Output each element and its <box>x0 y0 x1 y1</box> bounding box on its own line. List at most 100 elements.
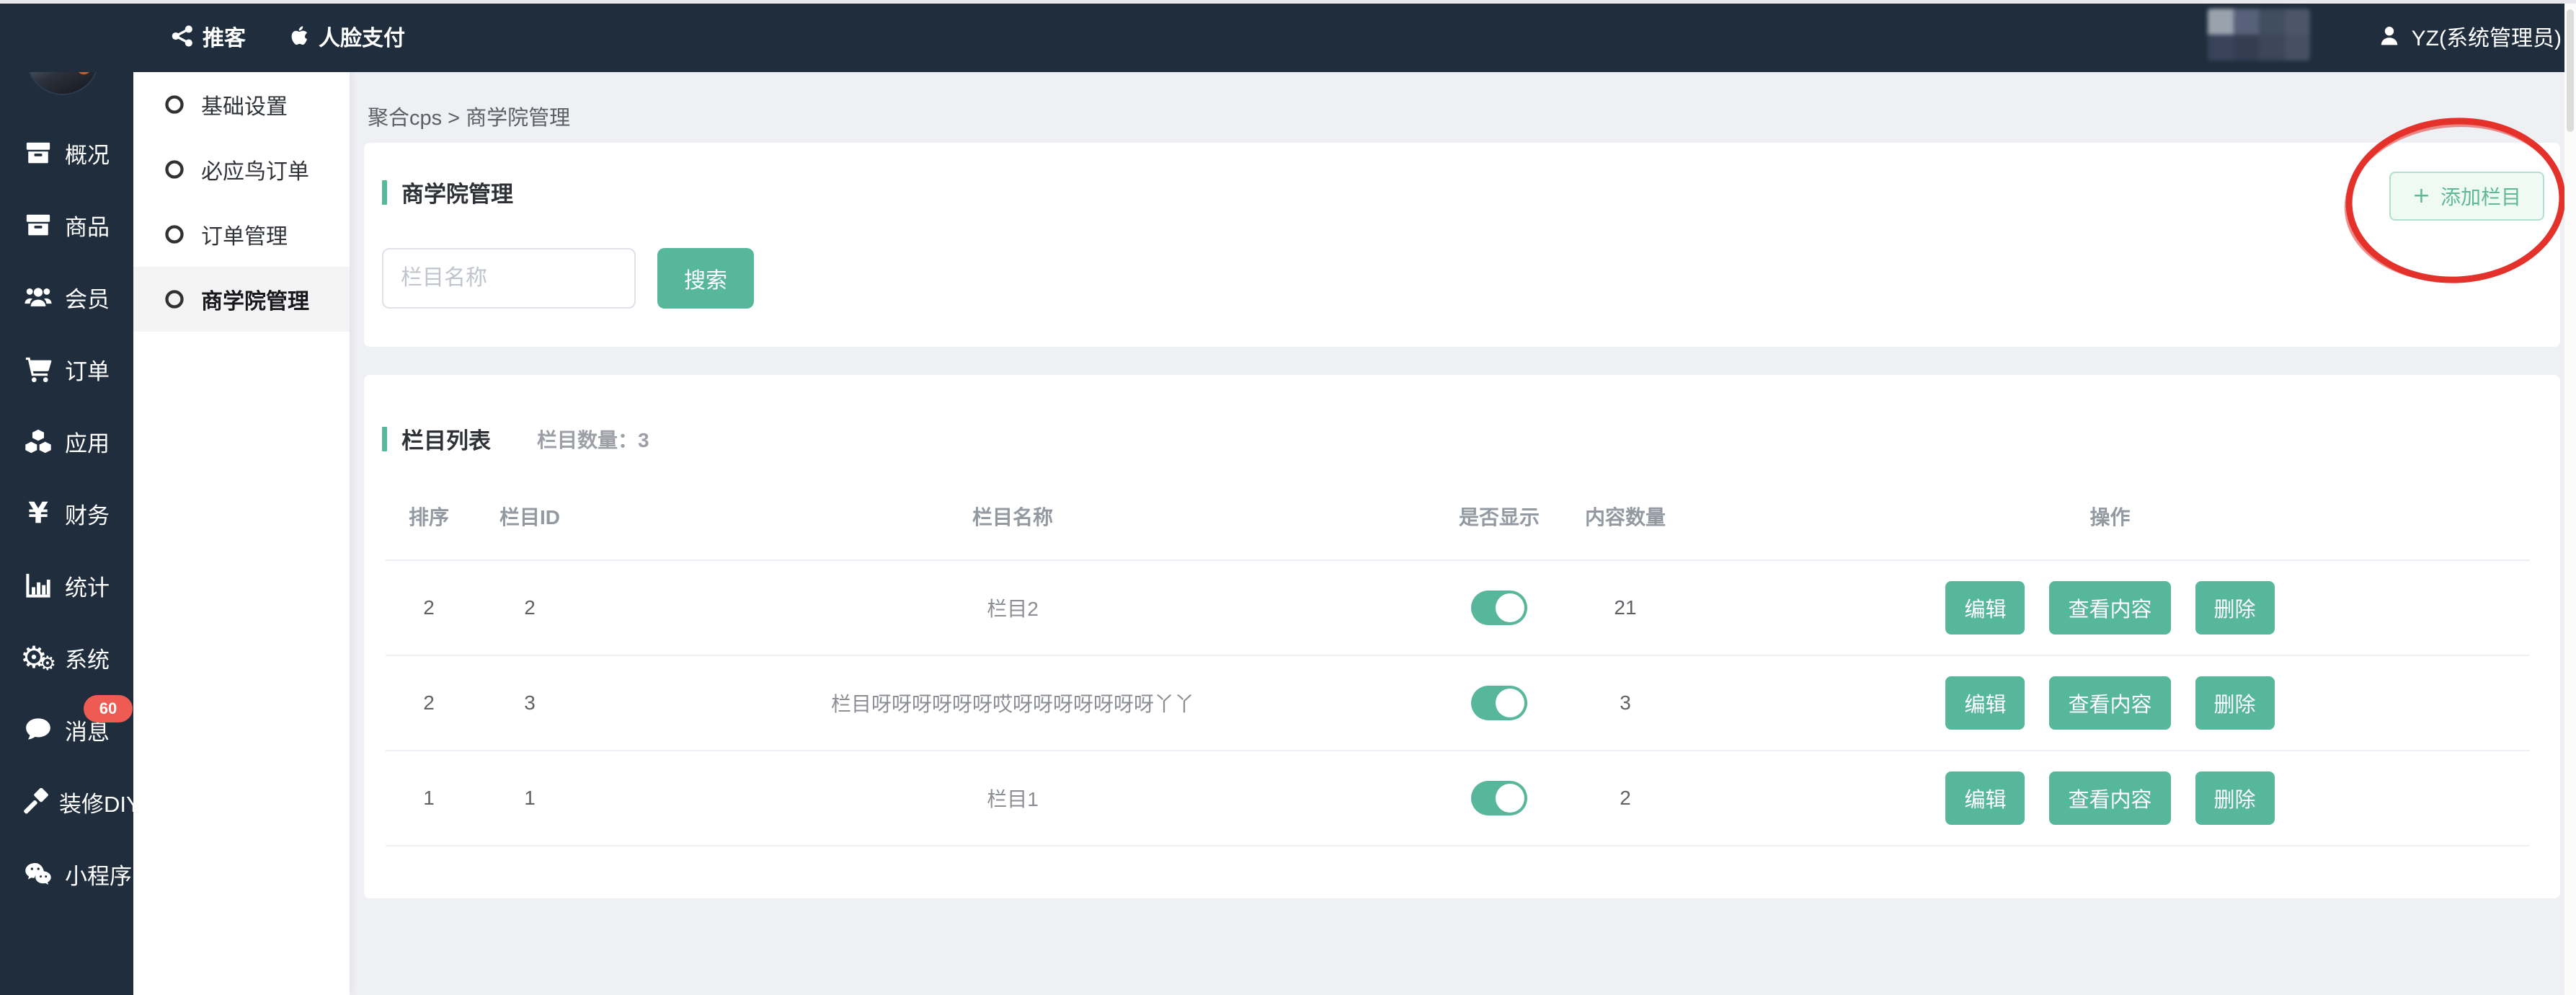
gavel-icon <box>22 788 49 815</box>
column-header: 是否显示 <box>1438 483 1560 560</box>
redacted-text-blur <box>2208 9 2310 61</box>
yen-icon: ¥ <box>22 500 55 527</box>
list-title: 栏目列表 <box>401 423 491 455</box>
topbar: 推客 人脸支付 YZ(系统管理员) <box>0 0 2576 72</box>
circle-icon <box>164 159 185 180</box>
circle-icon <box>164 224 185 245</box>
sidebar-item-label: 装修DIY <box>59 786 141 818</box>
apple-icon <box>288 25 309 47</box>
sidebar-item-system[interactable]: ⚙⚙ 系统 <box>0 622 133 694</box>
submenu-item-label: 商学院管理 <box>201 283 309 315</box>
breadcrumb: 聚合cps > 商学院管理 <box>368 101 570 131</box>
edit-button[interactable]: 编辑 <box>1945 676 2025 730</box>
cell-id: 2 <box>472 560 587 655</box>
cell-visible <box>1438 560 1560 655</box>
sidebar-item-members[interactable]: 会员 <box>0 261 133 333</box>
columns-table: 排序栏目ID栏目名称是否显示内容数量操作 22栏目221编辑查看内容删除23栏目… <box>386 483 2530 846</box>
icon-sidebar: 概况商品会员订单应用 ¥ 财务统计 ⚙⚙ 系统消息60装修DIY 小程序 <box>0 0 133 995</box>
add-column-button[interactable]: + 添加栏目 <box>2389 172 2544 221</box>
comment-icon <box>22 716 55 743</box>
table-row: 11栏目12编辑查看内容删除 <box>386 751 2530 846</box>
visibility-toggle[interactable] <box>1471 781 1527 815</box>
cell-visible <box>1438 655 1560 751</box>
sidebar-item-overview[interactable]: 概况 <box>0 117 133 189</box>
sub-sidebar: 基础设置必应鸟订单订单管理商学院管理 <box>133 72 350 995</box>
share-icon <box>172 25 193 47</box>
cell-actions: 编辑查看内容删除 <box>1690 751 2530 846</box>
cell-sort: 2 <box>386 655 472 751</box>
search-button[interactable]: 搜索 <box>657 248 754 309</box>
table-body: 22栏目221编辑查看内容删除23栏目呀呀呀呀呀呀哎呀呀呀呀呀呀呀丫丫3编辑查看… <box>386 560 2530 846</box>
sidebar-item-label: 统计 <box>65 570 110 602</box>
cell-count: 21 <box>1560 560 1690 655</box>
nav-face-pay[interactable]: 人脸支付 <box>288 20 405 52</box>
table-header-row: 排序栏目ID栏目名称是否显示内容数量操作 <box>386 483 2530 560</box>
cubes-icon <box>22 428 55 455</box>
column-header: 栏目名称 <box>587 483 1438 560</box>
scrollbar-thumb[interactable] <box>2567 9 2574 132</box>
sidebar-item-label: 应用 <box>65 425 110 458</box>
sidebar-item-mini-program[interactable]: 小程序 <box>0 838 133 910</box>
page-title: 商学院管理 <box>401 176 513 208</box>
submenu-item-order-management[interactable]: 订单管理 <box>133 202 350 267</box>
sidebar-item-apps[interactable]: 应用 <box>0 405 133 477</box>
search-row: 搜索 <box>382 248 754 309</box>
cell-name: 栏目2 <box>587 560 1438 655</box>
main-area: 聚合cps > 商学院管理 商学院管理 + 添加栏目 搜索 栏目列表 栏目数量：… <box>350 72 2576 995</box>
sidebar-item-goods[interactable]: 商品 <box>0 189 133 261</box>
view-content-button[interactable]: 查看内容 <box>2049 771 2170 825</box>
cell-count: 3 <box>1560 655 1690 751</box>
plus-icon: + <box>2412 185 2430 207</box>
view-content-button[interactable]: 查看内容 <box>2049 581 2170 634</box>
archive-icon <box>22 211 55 239</box>
sidebar-item-statistics[interactable]: 统计 <box>0 549 133 622</box>
sidebar-item-orders[interactable]: 订单 <box>0 333 133 405</box>
scrollbar[interactable] <box>2564 4 2576 995</box>
table-row: 22栏目221编辑查看内容删除 <box>386 560 2530 655</box>
manage-panel-title-row: 商学院管理 <box>382 176 513 208</box>
sidebar-item-label: 财务 <box>65 498 110 530</box>
nav-label: 推客 <box>203 20 246 52</box>
edit-button[interactable]: 编辑 <box>1945 771 2025 825</box>
edit-button[interactable]: 编辑 <box>1945 581 2025 634</box>
cart-icon <box>22 355 55 383</box>
icon-sidebar-menu: 概况商品会员订单应用 ¥ 财务统计 ⚙⚙ 系统消息60装修DIY 小程序 <box>0 117 133 910</box>
column-name-input[interactable] <box>382 248 636 309</box>
delete-button[interactable]: 删除 <box>2195 581 2275 634</box>
sidebar-item-label: 订单 <box>65 353 110 386</box>
submenu-item-business-school[interactable]: 商学院管理 <box>133 267 350 332</box>
submenu-item-biyingniao-orders[interactable]: 必应鸟订单 <box>133 137 350 202</box>
visibility-toggle[interactable] <box>1471 686 1527 720</box>
sidebar-item-label: 小程序 <box>65 858 132 890</box>
sidebar-item-finance[interactable]: ¥ 财务 <box>0 477 133 549</box>
sidebar-item-label: 系统 <box>65 642 110 674</box>
title-accent-bar <box>382 427 387 451</box>
nav-tuike[interactable]: 推客 <box>172 20 246 52</box>
submenu-item-label: 必应鸟订单 <box>201 154 309 185</box>
delete-button[interactable]: 删除 <box>2195 771 2275 825</box>
bar-chart-icon <box>22 572 55 599</box>
cell-name: 栏目1 <box>587 751 1438 846</box>
sidebar-item-label: 概况 <box>65 137 110 169</box>
cell-id: 1 <box>472 751 587 846</box>
sidebar-item-messages[interactable]: 消息60 <box>0 694 133 766</box>
toggle-knob <box>1496 593 1524 622</box>
sidebar-item-label: 会员 <box>65 281 110 314</box>
sidebar-item-label: 商品 <box>65 209 110 242</box>
circle-icon <box>164 288 185 310</box>
delete-button[interactable]: 删除 <box>2195 676 2275 730</box>
column-header: 栏目ID <box>472 483 587 560</box>
viewport-top-edge <box>0 0 2576 4</box>
submenu-item-basic-settings[interactable]: 基础设置 <box>133 72 350 137</box>
column-header: 内容数量 <box>1560 483 1690 560</box>
nav-label: 人脸支付 <box>319 20 405 52</box>
column-header: 操作 <box>1690 483 2530 560</box>
cell-count: 2 <box>1560 751 1690 846</box>
gears-icon: ⚙⚙ <box>22 644 55 671</box>
sidebar-item-decor-diy[interactable]: 装修DIY <box>0 766 133 838</box>
wechat-icon <box>22 860 55 888</box>
visibility-toggle[interactable] <box>1471 591 1527 625</box>
cell-name: 栏目呀呀呀呀呀呀哎呀呀呀呀呀呀呀丫丫 <box>587 655 1438 751</box>
view-content-button[interactable]: 查看内容 <box>2049 676 2170 730</box>
user-menu[interactable]: YZ(系统管理员) <box>2378 0 2562 72</box>
